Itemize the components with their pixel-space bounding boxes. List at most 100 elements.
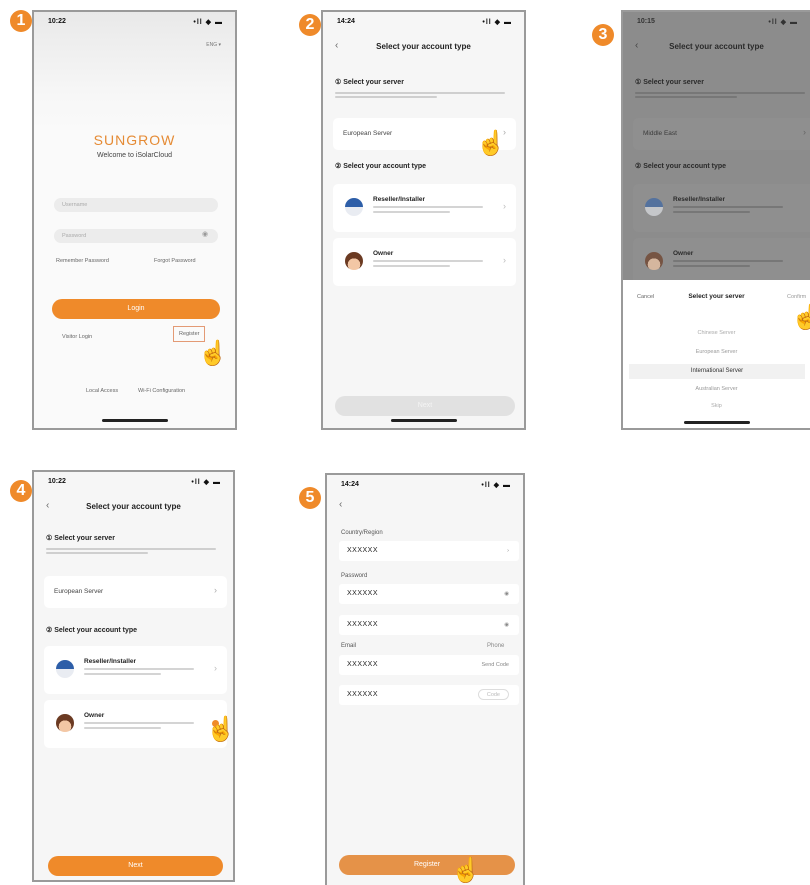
owner-avatar-icon: [645, 252, 663, 270]
status-time: 10:22: [48, 478, 66, 485]
picker-option[interactable]: Chinese Server: [623, 330, 810, 336]
status-time: 14:24: [341, 481, 359, 488]
home-indicator: [101, 419, 168, 422]
chevron-right-icon: ›: [503, 201, 506, 211]
password-input[interactable]: Password: [54, 229, 218, 243]
account-option-description: [373, 260, 483, 270]
status-bar: 14:24 •ll ◆ ▬: [323, 12, 524, 28]
brand-logo: SUNGROW: [93, 132, 176, 148]
next-button[interactable]: Next: [48, 856, 223, 876]
confirm-password-value: XXXXXX: [347, 621, 379, 628]
page-title: Select your account type: [376, 42, 471, 51]
server-value: Middle East: [643, 130, 677, 137]
register-button[interactable]: Register: [339, 855, 515, 875]
account-option-installer[interactable]: Reseller/Installer ›: [44, 646, 227, 694]
server-value: European Server: [54, 588, 104, 595]
status-time: 14:24: [337, 18, 355, 25]
page-title: Select your account type: [86, 502, 181, 511]
server-section-description: [635, 92, 805, 100]
account-option-description: [673, 260, 783, 270]
server-section-label: ① Select your server: [46, 535, 115, 542]
language-select[interactable]: ENG ▾: [206, 42, 221, 48]
signal-icons: •ll ◆ ▬: [193, 19, 223, 26]
server-select[interactable]: Middle East ›: [633, 118, 810, 150]
signal-icons: •ll ◆ ▬: [482, 19, 512, 26]
server-select[interactable]: European Server ›: [44, 576, 227, 608]
password-input[interactable]: XXXXXX ◉: [339, 584, 519, 604]
server-section-label: ① Select your server: [635, 79, 704, 86]
hand-pointer-icon: ☝: [451, 857, 481, 884]
account-option-name: Owner: [373, 250, 394, 257]
status-time: 10:15: [637, 18, 655, 25]
page-title: Select your account type: [669, 42, 764, 51]
chevron-right-icon: ›: [214, 585, 217, 595]
chevron-left-icon[interactable]: ‹: [339, 499, 342, 510]
picker-option-selected[interactable]: International Server: [629, 364, 805, 379]
welcome-text: Welcome to iSolarCloud: [97, 152, 172, 159]
account-option-name: Reseller/Installer: [673, 196, 726, 203]
local-access-link[interactable]: Local Access: [86, 388, 118, 394]
step-2-badge: 2: [299, 14, 321, 36]
code-value: XXXXXX: [347, 691, 379, 698]
account-option-name: Owner: [84, 712, 105, 719]
password-value: XXXXXX: [347, 590, 379, 597]
account-section-label: ② Select your account type: [46, 627, 138, 634]
account-section-label: ② Select your account type: [635, 163, 727, 170]
account-option-owner: Owner: [633, 238, 810, 286]
step-1-badge: 1: [10, 10, 32, 32]
hand-pointer-icon: ☝: [206, 716, 235, 743]
remember-password-checkbox[interactable]: Remember Password: [56, 258, 109, 264]
home-indicator: [390, 419, 457, 422]
account-option-installer: Reseller/Installer: [633, 184, 810, 232]
account-option-name: Reseller/Installer: [373, 196, 426, 203]
send-code-button[interactable]: Send Code: [481, 655, 509, 675]
installer-avatar-icon: [345, 198, 363, 216]
server-picker-sheet: Cancel Select your server Confirm ☝ Chin…: [623, 280, 810, 428]
chevron-right-icon: ›: [214, 663, 217, 673]
step-5-badge: 5: [299, 487, 321, 509]
hand-pointer-icon: ☝: [476, 130, 506, 157]
account-option-description: [84, 722, 194, 732]
phone-account-type-selected-screen: 10:22 •ll ◆ ▬ ‹ Select your account type…: [32, 470, 235, 882]
signal-icons: •ll ◆ ▬: [768, 19, 798, 26]
code-hint: Code: [477, 689, 509, 700]
owner-avatar-icon: [56, 714, 74, 732]
status-bar: 10:22 •ll ◆ ▬: [34, 12, 235, 28]
country-select[interactable]: XXXXXX ›: [339, 541, 519, 561]
phone-toggle-link[interactable]: Phone: [487, 643, 504, 649]
picker-option[interactable]: European Server: [623, 349, 810, 355]
eye-icon[interactable]: ◉: [202, 230, 208, 238]
eye-icon[interactable]: ◉: [504, 584, 509, 604]
next-button[interactable]: Next: [335, 396, 515, 416]
status-time: 10:22: [48, 18, 66, 25]
account-option-description: [673, 206, 783, 216]
header-background-image: [34, 12, 235, 132]
step-4-badge: 4: [10, 480, 32, 502]
eye-icon[interactable]: ◉: [504, 615, 509, 635]
account-option-owner[interactable]: Owner: [44, 700, 227, 748]
picker-confirm-button[interactable]: Confirm: [787, 294, 806, 300]
forgot-password-link[interactable]: Forgot Password: [154, 258, 196, 264]
server-section-description: [46, 548, 216, 556]
chevron-right-icon: ›: [503, 255, 506, 265]
verification-code-input[interactable]: XXXXXX Code: [339, 685, 519, 705]
password-label: Password: [341, 573, 368, 579]
status-bar: 10:22 •ll ◆ ▬: [34, 472, 233, 488]
wifi-configuration-link[interactable]: Wi-Fi Configuration: [138, 388, 185, 394]
signal-icons: •ll ◆ ▬: [481, 482, 511, 489]
login-button[interactable]: Login: [52, 299, 220, 319]
account-option-owner[interactable]: Owner ›: [333, 238, 516, 286]
home-indicator: [683, 421, 750, 424]
picker-option[interactable]: Australian Server: [623, 386, 810, 392]
visitor-login-link[interactable]: Visitor Login: [62, 334, 92, 340]
chevron-right-icon: ›: [507, 548, 509, 554]
email-value: XXXXXX: [347, 661, 379, 668]
username-input[interactable]: Username: [54, 198, 218, 212]
confirm-password-input[interactable]: XXXXXX ◉: [339, 615, 519, 635]
account-option-description: [373, 206, 483, 216]
server-section-label: ① Select your server: [335, 79, 404, 86]
picker-option[interactable]: Skip: [623, 403, 810, 409]
step-3-badge: 3: [592, 24, 614, 46]
account-option-installer[interactable]: Reseller/Installer ›: [333, 184, 516, 232]
email-input[interactable]: XXXXXX Send Code: [339, 655, 519, 675]
